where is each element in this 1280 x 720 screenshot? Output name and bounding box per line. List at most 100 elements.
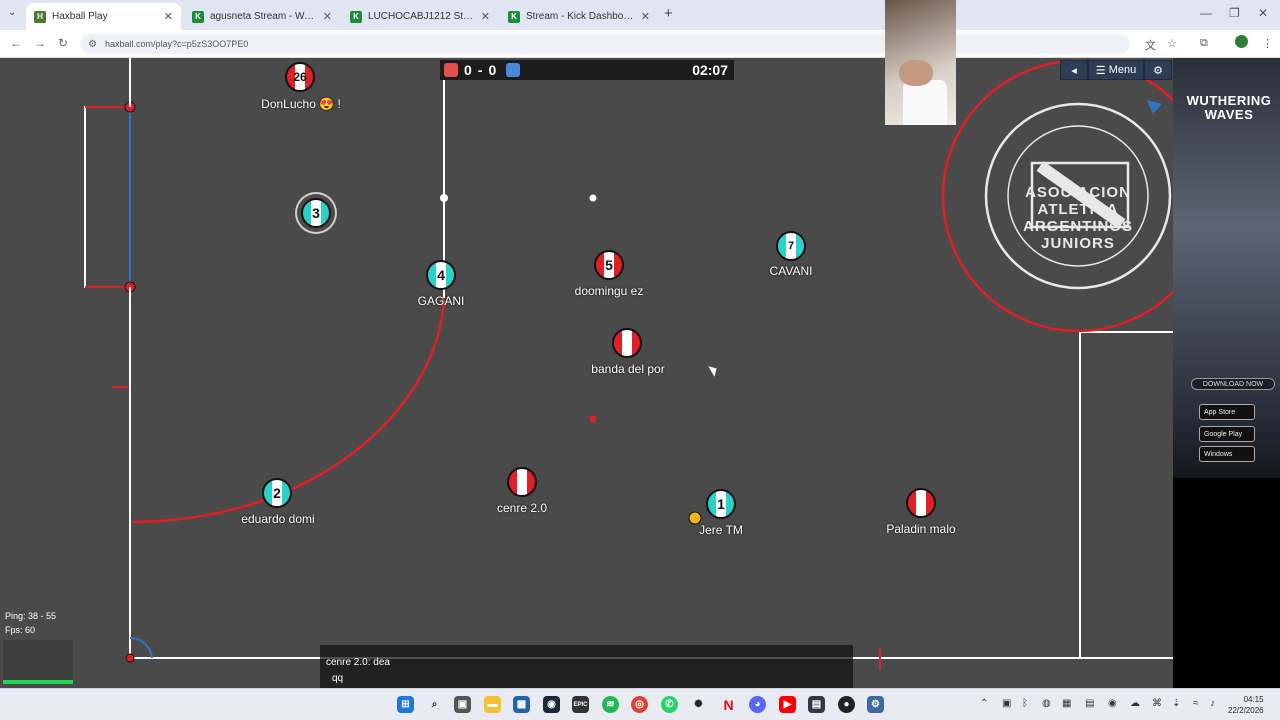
player-name: cenre 2.0	[496, 501, 548, 515]
windows-store-button[interactable]: Windows	[1199, 446, 1255, 462]
score-blue: 0	[488, 62, 497, 78]
player-name: Paladin malo	[886, 522, 956, 536]
youtube-icon[interactable]: ▶	[779, 696, 796, 713]
player-name: eduardo domi	[241, 512, 315, 526]
player-disc: 4	[426, 260, 456, 290]
tray-app-icon[interactable]: ▤	[1085, 698, 1094, 709]
whatsapp-icon[interactable]: ✆	[661, 696, 678, 713]
browser-tab-bar: ⌄ H Haxball Play ✕ K agusneta Stream - W…	[0, 0, 1280, 30]
tray-app-icon[interactable]: ◉	[1108, 698, 1117, 709]
player-name: DonLucho 😍 !	[261, 97, 341, 111]
new-tab-icon[interactable]: +	[664, 5, 673, 22]
forward-icon[interactable]: →	[34, 36, 46, 50]
tray-chevron-icon[interactable]: ⌃	[980, 698, 988, 709]
wifi-icon[interactable]: ≈	[1193, 698, 1199, 709]
discord-icon[interactable]: ◕	[749, 696, 766, 713]
game-menu-bar: ◂ ☰ Menu ⚙	[1060, 60, 1172, 80]
menu-button[interactable]: ☰ Menu	[1089, 61, 1143, 79]
player-disc	[507, 467, 537, 497]
chat-input[interactable]: qq	[326, 671, 846, 686]
tab-haxball[interactable]: H Haxball Play ✕	[26, 3, 181, 30]
taskbar: ⊞ ⌕ ▣ ▬ ▦ ◉ EPIC ≋ ◎ ✆ ✺ N ◕ ▶ ▤ ● ⚙ ⌃ ▣…	[0, 688, 1280, 720]
chatgpt-icon[interactable]: ✺	[690, 696, 707, 713]
blue-team-icon	[506, 63, 521, 77]
player-disc: 2	[262, 478, 292, 508]
score-separator: -	[477, 62, 483, 78]
bluetooth-icon[interactable]: ᛒ	[1022, 698, 1028, 709]
kick-icon: K	[350, 10, 362, 23]
minimize-icon[interactable]: —	[1200, 6, 1212, 20]
app-icon[interactable]: ▤	[808, 696, 825, 713]
game-field[interactable]: ASOCIACION ATLETICA ARGENTINOS JUNIORS	[0, 58, 1173, 688]
chat-message: cenre 2.0: dea	[326, 657, 390, 668]
player-name: Jere TM	[699, 523, 743, 537]
network-stats: Ping: 38 - 55 Fps: 60	[5, 609, 56, 637]
left-goal	[84, 106, 131, 288]
tray-app-icon[interactable]: ▦	[1062, 698, 1071, 709]
tab-search-icon[interactable]: ⌄	[8, 7, 16, 18]
tray-app-icon[interactable]: ▣	[1002, 698, 1011, 709]
google-play-button[interactable]: Google Play	[1199, 426, 1255, 442]
translate-icon[interactable]: 文	[1145, 37, 1156, 53]
close-window-icon[interactable]: ✕	[1258, 6, 1268, 20]
store-icon[interactable]: ▦	[513, 696, 530, 713]
tray-app-icon[interactable]: ⇣	[1172, 698, 1180, 709]
address-bar: ← → ↻ ⚙ haxball.com/play?c=p5zS3OO7PE0 文…	[0, 30, 1280, 58]
player-name: GAGANI	[417, 294, 465, 308]
system-clock[interactable]: 04:15 22/2/2026	[1228, 694, 1264, 716]
tab-luchocabj[interactable]: K LUCHOCABJ1212 Stream - Wat ✕	[342, 3, 498, 30]
settings-gear-icon[interactable]: ⚙	[1145, 61, 1171, 79]
player-disc: 5	[594, 250, 624, 280]
tray-app-icon[interactable]: ☁	[1130, 698, 1140, 709]
player-disc: 1	[706, 489, 736, 519]
ad-download-button[interactable]: DOWNLOAD NOW	[1191, 378, 1275, 390]
bookmark-star-icon[interactable]: ☆	[1167, 37, 1177, 50]
file-explorer-icon[interactable]: ▬	[484, 696, 501, 713]
close-tab-icon[interactable]: ✕	[323, 10, 332, 23]
extensions-icon[interactable]: ⧉	[1200, 37, 1208, 50]
obs-icon[interactable]: ●	[838, 696, 855, 713]
ping-graph	[3, 640, 73, 684]
task-view-icon[interactable]: ▣	[454, 696, 471, 713]
usb-icon[interactable]: ⌘	[1152, 698, 1162, 709]
collapse-icon[interactable]: ◂	[1061, 61, 1087, 79]
app-icon[interactable]: EPIC	[572, 696, 589, 713]
club-logo-text: ASOCIACION ATLETICA ARGENTINOS JUNIORS	[1022, 184, 1133, 252]
kick-icon: K	[192, 10, 204, 23]
player-disc	[612, 328, 642, 358]
fps-label: Fps: 60	[5, 625, 36, 635]
steam-icon[interactable]: ◉	[543, 696, 560, 713]
close-tab-icon[interactable]: ✕	[481, 10, 490, 23]
tab-agusneta[interactable]: K agusneta Stream - Watch Live o ✕	[184, 3, 340, 30]
webcam-overlay	[885, 0, 956, 125]
chrome-icon[interactable]: ◎	[631, 696, 648, 713]
tray-app-icon[interactable]: ◍	[1042, 698, 1051, 709]
site-info-icon[interactable]: ⚙	[88, 39, 97, 50]
red-team-icon	[444, 63, 458, 77]
volume-icon[interactable]: ♪	[1210, 698, 1215, 709]
reload-icon[interactable]: ↻	[58, 36, 68, 50]
back-icon[interactable]: ←	[10, 36, 22, 50]
player-disc: 7	[776, 231, 806, 261]
browser-menu-icon[interactable]: ⋮	[1262, 37, 1273, 50]
scoreboard: 0 - 0 02:07	[440, 60, 734, 80]
player-name: CAVANI	[769, 264, 813, 278]
maximize-icon[interactable]: ❐	[1229, 6, 1240, 20]
app-store-button[interactable]: App Store	[1199, 404, 1255, 420]
start-icon[interactable]: ⊞	[397, 696, 414, 713]
settings-icon[interactable]: ⚙	[867, 696, 884, 713]
tab-kick-dashboard[interactable]: K Stream - Kick Dashboard ✕	[500, 3, 658, 30]
netflix-icon[interactable]: N	[720, 696, 737, 713]
url-input[interactable]: ⚙ haxball.com/play?c=p5zS3OO7PE0	[80, 34, 1130, 54]
advertisement[interactable]: WUTHERING WAVES DOWNLOAD NOW App Store G…	[1173, 58, 1280, 688]
kick-icon: K	[508, 10, 520, 23]
close-tab-icon[interactable]: ✕	[641, 10, 650, 23]
profile-avatar[interactable]	[1235, 35, 1248, 48]
screen: ⌄ H Haxball Play ✕ K agusneta Stream - W…	[0, 0, 1280, 720]
player-disc	[906, 488, 936, 518]
chat-box: cenre 2.0: dea qq	[320, 645, 853, 688]
close-tab-icon[interactable]: ✕	[164, 10, 173, 23]
spotify-icon[interactable]: ≋	[602, 696, 619, 713]
search-icon[interactable]: ⌕	[426, 696, 443, 713]
player-name: banda del por	[591, 362, 665, 376]
